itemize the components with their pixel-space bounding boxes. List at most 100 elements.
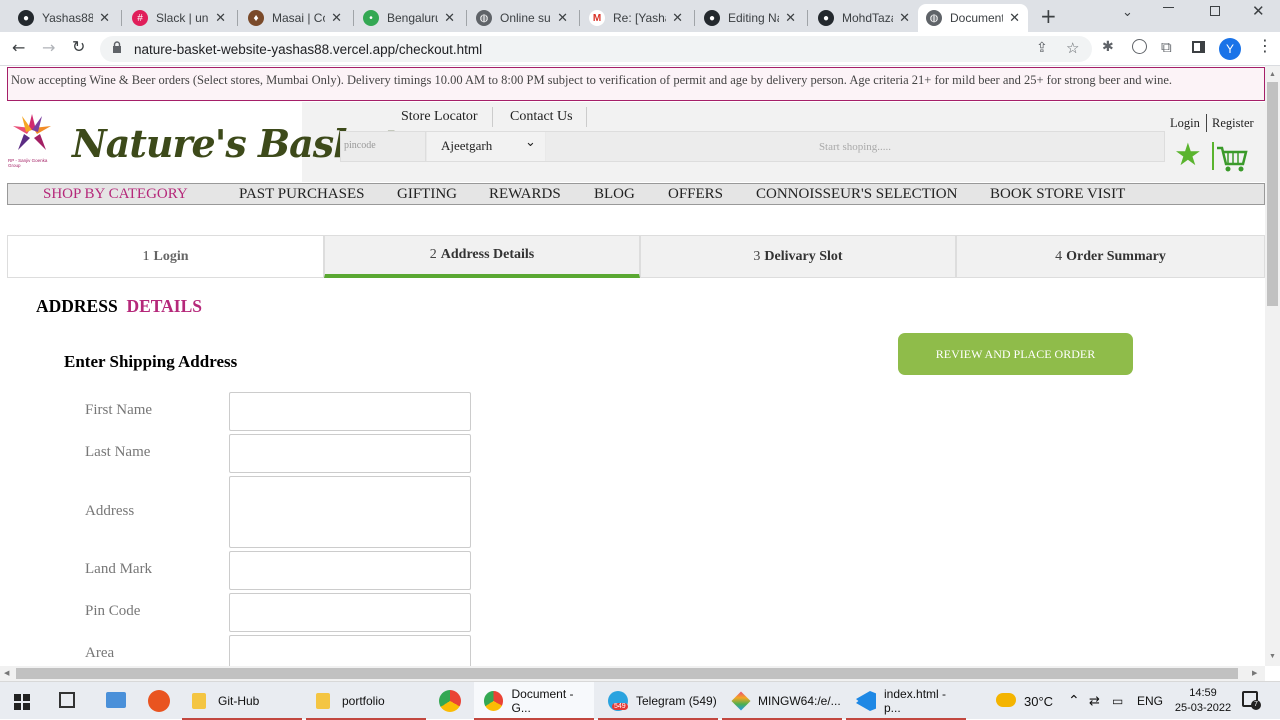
browser-tab[interactable]: ● MohdTaza ✕ (810, 4, 918, 32)
step-login[interactable]: 1 Login (7, 235, 324, 278)
scroll-down-icon[interactable]: ▼ (1269, 652, 1276, 660)
last-name-input[interactable] (229, 434, 471, 473)
store-locator-link[interactable]: Store Locator (401, 109, 478, 125)
browser-tab[interactable]: ● Editing Na ✕ (696, 4, 804, 32)
windows-start-icon[interactable] (14, 694, 30, 710)
menu-rewards[interactable]: REWARDS (489, 186, 561, 203)
menu-offers[interactable]: OFFERS (668, 186, 723, 203)
horizontal-scrollbar[interactable]: ◀ ▶ (0, 666, 1265, 681)
task-view-icon[interactable] (59, 692, 75, 708)
review-place-order-button[interactable]: REVIEW AND PLACE ORDER (898, 333, 1133, 375)
web-page: Now accepting Wine & Beer orders (Select… (0, 66, 1265, 666)
close-tab-icon[interactable]: ✕ (444, 10, 455, 26)
site-logo[interactable]: RP - Sanjiv Goenka Group Nature's Basket (0, 102, 399, 182)
address-textarea[interactable] (229, 476, 471, 548)
close-tab-icon[interactable]: ✕ (672, 10, 683, 26)
scrollbar-thumb[interactable] (16, 668, 1238, 679)
masai-icon: ♦ (248, 10, 264, 26)
contact-us-link[interactable]: Contact Us (510, 109, 573, 125)
taskbar-item-telegram[interactable]: 549 Telegram (549) (598, 682, 718, 720)
minimize-icon[interactable] (1163, 7, 1174, 8)
menu-shop-by-category[interactable]: SHOP BY CATEGORY (43, 186, 188, 203)
step-delivery-slot[interactable]: 3 Delivary Slot (640, 235, 956, 278)
taskbar-item-portfolio[interactable]: portfolio (306, 682, 426, 720)
landmark-input[interactable] (229, 551, 471, 590)
file-explorer-icon[interactable] (106, 692, 126, 708)
browser-tab[interactable]: ● Yashas88/✕ (10, 4, 118, 32)
menu-gifting[interactable]: GIFTING (397, 186, 457, 203)
pincode-field[interactable] (229, 593, 471, 632)
profile-avatar[interactable]: Y (1219, 38, 1241, 60)
browser-tab[interactable]: • Bengaluru ✕ (355, 4, 463, 32)
browser-tab[interactable]: ♦ Masai | Co ✕ (240, 4, 350, 32)
taskbar-item-mingw[interactable]: MINGW64:/e/... (722, 682, 842, 720)
vertical-scrollbar[interactable]: ▲ ▼ (1265, 66, 1280, 666)
pincode-input[interactable]: pincode (341, 132, 426, 161)
browser-tab[interactable]: ◍ Online sup✕ (468, 4, 576, 32)
browser-tab[interactable]: # Slack | unit ✕ (124, 4, 234, 32)
close-tab-icon[interactable]: ✕ (899, 10, 910, 26)
back-icon[interactable]: ← (12, 38, 25, 57)
tab-search-icon[interactable]: ⌄ (1122, 5, 1133, 20)
battery-icon[interactable]: ▭ (1112, 682, 1123, 720)
menu-kebab-icon[interactable]: ⋮ (1257, 36, 1273, 55)
notification-badge: 7 (1251, 700, 1261, 710)
register-link[interactable]: Register (1212, 116, 1254, 131)
taskbar-item-git-hub[interactable]: Git-Hub (182, 682, 302, 720)
restore-icon[interactable] (1210, 6, 1220, 16)
browser-tab-active[interactable]: ◍ Document ✕ (918, 4, 1028, 32)
new-tab-icon[interactable]: + (1040, 4, 1057, 28)
area-input[interactable] (229, 635, 471, 666)
forward-icon[interactable]: → (42, 38, 55, 57)
menu-connoisseurs-selection[interactable]: CONNOISSEUR'S SELECTION (756, 186, 957, 203)
star-burst-logo-icon (13, 114, 51, 150)
login-link[interactable]: Login (1170, 116, 1200, 131)
menu-past-purchases[interactable]: PAST PURCHASES (239, 186, 364, 203)
browser-tab[interactable]: M Re: [Yashas✕ (581, 4, 691, 32)
close-tab-icon[interactable]: ✕ (331, 10, 342, 26)
scrollbar-thumb[interactable] (1267, 82, 1278, 306)
extension-icon[interactable] (1132, 39, 1147, 54)
taskbar-item-vscode[interactable]: index.html - p... (846, 682, 966, 720)
temperature-text[interactable]: 30°C (1024, 682, 1053, 720)
chevron-up-icon[interactable]: ⌃ (1068, 682, 1080, 720)
first-name-input[interactable] (229, 392, 471, 431)
menu-blog[interactable]: BLOG (594, 186, 635, 203)
search-input[interactable]: Start shoping..... (546, 132, 1164, 161)
folder-icon (192, 693, 206, 709)
clock[interactable]: 14:59 25-03-2022 (1172, 686, 1234, 716)
scroll-right-icon[interactable]: ▶ (1252, 669, 1257, 677)
close-window-icon[interactable]: ✕ (1252, 2, 1265, 20)
step-order-summary[interactable]: 4 Order Summary (956, 235, 1265, 278)
language-indicator[interactable]: ENG (1137, 682, 1163, 720)
close-tab-icon[interactable]: ✕ (557, 10, 568, 26)
telegram-badge: 549 (612, 703, 628, 710)
step-address-details[interactable]: 2 Address Details (324, 235, 640, 278)
taskbar-item-document[interactable]: Document - G... (474, 682, 594, 720)
close-tab-icon[interactable]: ✕ (1009, 10, 1020, 26)
city-select[interactable]: Ajeetgarh ⌄ (427, 132, 545, 161)
wishlist-star-icon[interactable]: ★ (1174, 140, 1202, 171)
share-icon[interactable]: ⇪ (1036, 40, 1048, 56)
menu-book-store-visit[interactable]: BOOK STORE VISIT (990, 186, 1125, 203)
weather-icon[interactable] (996, 693, 1016, 707)
url-field[interactable]: nature-basket-website-yashas88.vercel.ap… (100, 36, 1092, 62)
network-icon[interactable]: ⇄ (1089, 682, 1100, 720)
close-tab-icon[interactable]: ✕ (99, 10, 110, 26)
side-panel-icon[interactable] (1192, 41, 1205, 53)
reload-icon[interactable]: ↻ (72, 37, 85, 56)
slack-icon: # (132, 10, 148, 26)
notification-icon[interactable]: 7 (1242, 691, 1261, 710)
puzzle-icon[interactable]: ⧉ (1161, 38, 1172, 56)
chrome-icon[interactable] (439, 690, 461, 712)
close-tab-icon[interactable]: ✕ (785, 10, 796, 26)
bookmark-star-icon[interactable]: ☆ (1066, 39, 1079, 57)
scroll-left-icon[interactable]: ◀ (4, 669, 9, 677)
ubuntu-icon[interactable] (148, 690, 170, 712)
cart-icon[interactable] (1216, 145, 1248, 173)
logo-subtitle: RP - Sanjiv Goenka Group (8, 158, 48, 168)
scroll-up-icon[interactable]: ▲ (1269, 70, 1276, 78)
extension-icon[interactable]: ✱ (1102, 39, 1114, 55)
close-tab-icon[interactable]: ✕ (215, 10, 226, 26)
folder-icon (316, 693, 330, 709)
